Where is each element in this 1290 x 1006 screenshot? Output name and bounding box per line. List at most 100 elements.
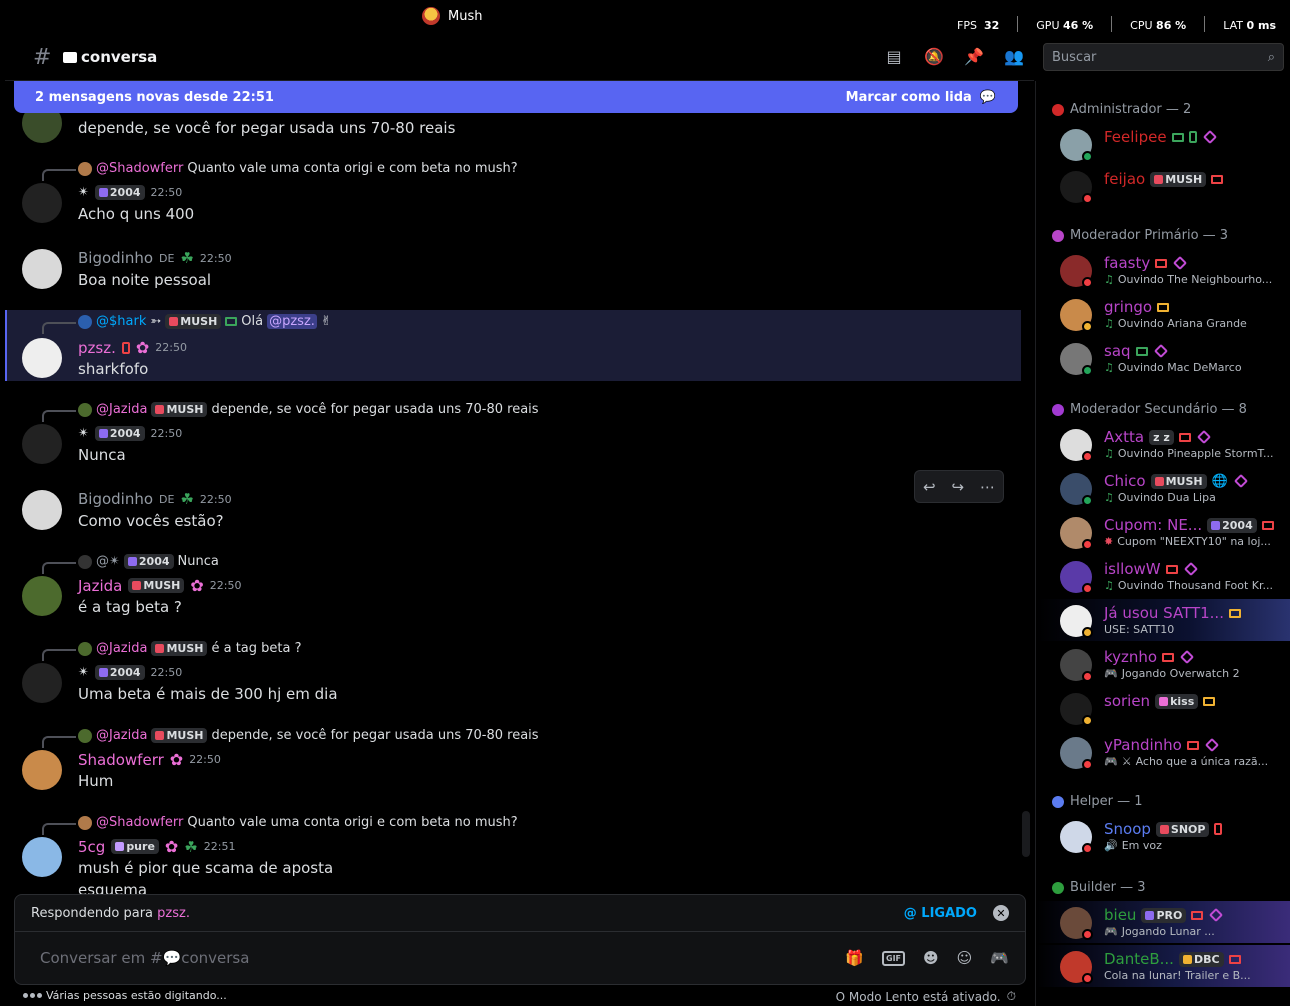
mod-secondary-role-icon [1052,403,1064,416]
avatar[interactable] [22,183,62,223]
reply-preview[interactable]: @Jazida MUSH depende, se você for pegar us… [42,728,539,748]
message-body: Boa noite pessoal [78,271,212,289]
reply-preview[interactable]: @Jazida MUSH depende, se você for pegar us… [42,402,539,422]
member-item[interactable]: Cupom: NE... 2004 ✸ Cupom "NEEXTY10" na loj… [1036,511,1290,553]
new-messages-bar[interactable]: 2 mensagens novas desde 22:51 Marcar com… [14,81,1018,113]
globe-icon: 🌐 [1211,473,1228,489]
username[interactable]: 5cg [78,838,105,856]
member-item[interactable]: faasty ♫ Ouvindo The Neighbourho... [1036,249,1290,291]
country-flag: DE [159,492,175,506]
channel-hash-icon: # [33,45,52,70]
avatar[interactable] [22,490,62,530]
avatar[interactable] [22,424,62,464]
pin-icon[interactable]: 📌 [964,46,984,66]
app-title: Mush [422,7,482,25]
idle-status-icon [1082,715,1093,726]
forward-icon[interactable]: ↪ [951,478,964,496]
reply-preview[interactable]: @Shadowferr Quanto vale uma conta origi e… [42,815,518,835]
gamepad-icon: 🎮 [1104,755,1118,768]
role-group-header: Builder — 3 [1052,880,1146,895]
activity-icon[interactable]: 🎮 [990,949,1009,967]
timestamp: 22:50 [199,251,232,265]
message-actions-toolbar: ↩ ↪ ⋯ [914,470,1004,503]
mod-role-icon [1052,229,1064,242]
reply-preview[interactable]: @$hark ➳ MUSH Olá @pzsz. ✌ [42,314,332,334]
dnd-status-icon [1082,671,1093,682]
member-item[interactable]: Feelipee [1036,123,1290,165]
member-item[interactable]: Axtta z z ♫ Ouvindo Pineapple StormT... [1036,423,1290,465]
reply-avatar [78,314,92,329]
member-item[interactable]: gringo ♫ Ouvindo Ariana Grande [1036,293,1290,335]
member-item[interactable]: DanteB... DBC Cola na lunar! Trailer e B..… [1036,945,1290,987]
more-icon[interactable]: ⋯ [980,478,995,496]
member-item[interactable]: Já usou SATT1... USE: SATT10 [1036,599,1290,641]
gift-icon[interactable]: 🎁 [845,949,864,967]
search-input[interactable] [1052,49,1252,65]
reply-preview[interactable]: @Jazida MUSH é a tag beta ? [42,641,302,661]
reply-preview[interactable]: @Shadowferr Quanto vale uma conta origi e… [42,161,518,181]
clan-tag: MUSH [128,578,185,593]
clan-tag: MUSH [151,728,208,743]
avatar[interactable] [22,663,62,703]
typing-dots-icon [23,993,42,998]
replying-to-bar: Respondendo para pzsz. @ LIGADO ✕ [14,894,1026,932]
reply-preview[interactable]: @✴ 2004 Nunca [42,554,219,574]
chat-scrollbar[interactable] [1022,811,1030,857]
username[interactable]: Bigodinho [78,249,153,267]
message-input[interactable] [40,949,640,967]
threads-icon[interactable]: ▤ [884,46,904,66]
avatar[interactable] [22,338,62,378]
clan-tag: 2004 [1207,517,1257,533]
music-note-icon: ♫ [1104,273,1114,286]
role-group-header: Moderador Primário — 3 [1052,228,1228,243]
avatar[interactable] [22,576,62,616]
emoji-icon[interactable]: ☺ [957,949,973,967]
dnd-status-icon [1082,843,1093,854]
username[interactable]: Shadowferr [78,751,164,769]
username[interactable]: pzsz. [78,339,116,357]
avatar[interactable] [22,249,62,289]
member-item[interactable]: feijao MUSH [1036,165,1290,207]
member-item[interactable]: saq ♫ Ouvindo Mac DeMarco [1036,337,1290,379]
member-item[interactable]: isllowW ♫ Ouvindo Thousand Foot Kr... [1036,555,1290,597]
cancel-reply-icon[interactable]: ✕ [993,905,1009,921]
avatar[interactable] [22,750,62,790]
reply-avatar [78,641,92,656]
message-body: é a tag beta ? [78,598,182,616]
desktop-icon [1191,910,1204,920]
slowmode-indicator: O Modo Lento está ativado. ⏱ [835,989,1016,1004]
mobile-icon [1188,131,1197,143]
performance-hud: FPS 32 GPU 46 % CPU 86 % LAT 0 ms [957,4,1276,32]
desktop-icon [1186,740,1199,750]
username[interactable]: Jazida [78,577,122,595]
clan-tag: 2004 [94,665,145,680]
gif-icon[interactable]: GIF [882,950,906,966]
search-box[interactable]: ⌕ [1043,43,1284,71]
replying-prefix: Respondendo para [31,905,154,921]
member-item[interactable]: yPandinho 🎮 ⚔ Acho que a única razã... [1036,731,1290,773]
notifications-muted-icon[interactable]: 🔕 [924,46,944,66]
mention[interactable]: @pzsz. [267,314,317,329]
member-list-icon[interactable]: 👥 [1004,46,1024,66]
reply-avatar [78,402,92,417]
idle-status-icon [1082,627,1093,638]
member-item[interactable]: Chico MUSH 🌐 ♫ Ouvindo Dua Lipa [1036,467,1290,509]
mark-as-read-button[interactable]: Marcar como lida 💬 [846,90,996,105]
message-header: Bigodinho DE ☘ 22:50 [78,490,232,508]
reply-icon[interactable]: ↩ [923,478,936,496]
member-item[interactable]: bieu PRO 🎮 Jogando Lunar ... [1036,901,1290,943]
sticker-icon[interactable]: ☻ [923,949,939,967]
boost-gem-icon [1173,255,1188,271]
flower-badge-icon: ✿ [164,837,179,856]
message-header: ✴ 2004 22:50 [78,426,182,441]
boost-gem-icon [1204,737,1219,753]
member-item[interactable]: kyznho 🎮 Jogando Overwatch 2 [1036,643,1290,685]
username[interactable]: Bigodinho [78,490,153,508]
window-title: Mush [448,8,483,24]
member-item[interactable]: sorien kiss [1036,687,1290,729]
message: @Jazida MUSH depende, se você for pegar us… [5,400,1021,470]
mention-toggle[interactable]: @ LIGADO [904,906,977,921]
online-status-icon [1082,151,1093,162]
avatar[interactable] [22,837,62,877]
member-item[interactable]: Snoop SNOP 🔊 Em voz [1036,815,1290,857]
